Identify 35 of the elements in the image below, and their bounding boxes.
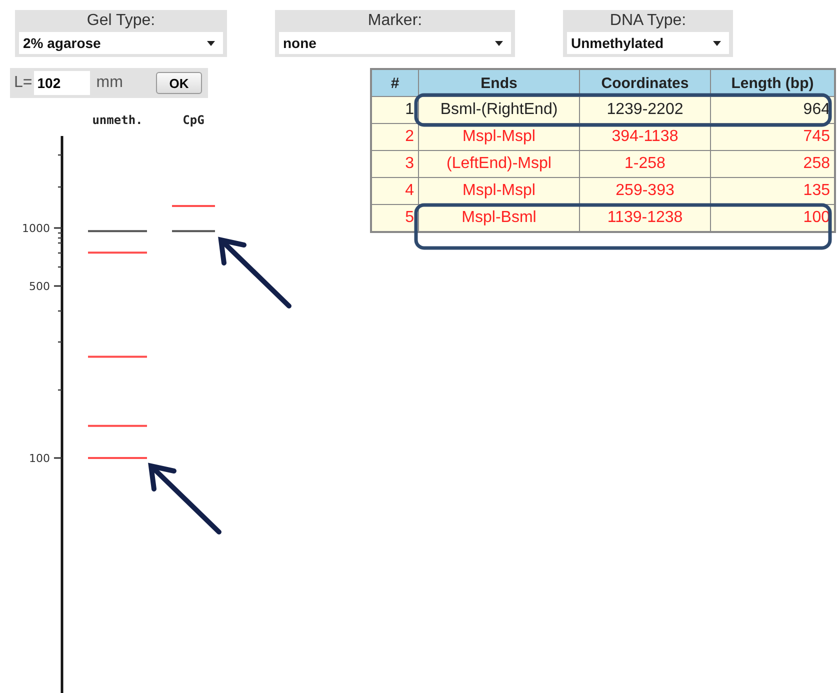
control-label: Gel Type: [86, 11, 156, 31]
dropdown-caret-icon [495, 40, 503, 46]
table-cell: 1 [371, 96, 418, 124]
axis-tick-label: 100 [29, 452, 50, 465]
lane-label: CpG [182, 113, 204, 127]
control-label: DNA Type: [608, 11, 688, 31]
table-cell: Mspl-Mspl [418, 178, 580, 204]
ok-button[interactable]: OK [156, 72, 202, 94]
table-cell: 964 [710, 96, 835, 124]
dropdown[interactable]: none [279, 32, 511, 54]
dropdown-caret-icon [207, 40, 215, 46]
length-input[interactable]: 102 [34, 71, 90, 95]
length-label: L= [14, 74, 32, 92]
arrow-icon [218, 236, 292, 308]
dropdown-caret-icon [713, 40, 721, 46]
table-cell: 259-393 [580, 178, 710, 204]
unit-label: mm [96, 74, 123, 92]
control-label: Marker: [366, 11, 424, 31]
dropdown[interactable]: Unmethylated [567, 32, 729, 54]
table-cell: Bsml-(RightEnd) [418, 96, 580, 124]
dropdown[interactable]: 2% agarose [19, 32, 223, 54]
axis-tick-label: 1000 [22, 222, 50, 235]
column-header: # [371, 69, 418, 96]
table-cell: 3 [371, 150, 418, 178]
table-cell: 1-258 [580, 150, 710, 178]
table-cell: 4 [371, 178, 418, 204]
table-cell: 1239-2202 [580, 96, 710, 124]
table-cell: 258 [710, 150, 835, 178]
table-cell: (LeftEnd)-Mspl [418, 150, 580, 178]
table-cell: 5 [371, 204, 418, 232]
arrow-icon [148, 462, 222, 534]
table-cell: 2 [371, 124, 418, 150]
lane-label: unmeth. [92, 113, 143, 127]
table-cell: 135 [710, 178, 835, 204]
axis-tick-label: 500 [29, 280, 50, 293]
